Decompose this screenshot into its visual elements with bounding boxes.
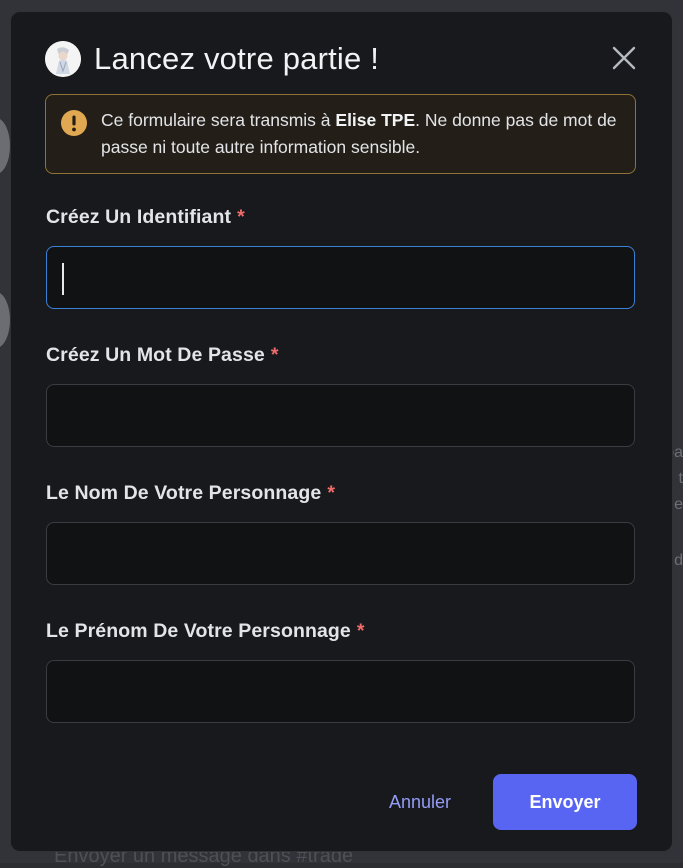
field-label-text: Le Nom De Votre Personnage bbox=[46, 482, 322, 504]
modal-header: Lancez votre partie ! bbox=[45, 41, 379, 77]
exclamation-icon bbox=[60, 109, 88, 137]
field-label-character-name: Le Nom De Votre Personnage * bbox=[46, 482, 335, 505]
field-label-identifier: Créez Un Identifiant * bbox=[46, 206, 245, 229]
required-mark: * bbox=[270, 344, 279, 366]
background-text: e bbox=[674, 496, 683, 513]
avatar-icon bbox=[45, 41, 81, 77]
field-label-password: Créez Un Mot De Passe * bbox=[46, 344, 279, 367]
background-text: t bbox=[678, 470, 683, 487]
required-mark: * bbox=[356, 620, 365, 642]
submit-button[interactable]: Envoyer bbox=[493, 774, 637, 830]
warning-text-before: Ce formulaire sera transmis à bbox=[101, 110, 336, 130]
field-label-text: Créez Un Identifiant bbox=[46, 206, 232, 228]
form-modal: Lancez votre partie ! Ce formulaire sera… bbox=[10, 11, 673, 852]
required-mark: * bbox=[327, 482, 336, 504]
field-label-text: Créez Un Mot De Passe bbox=[46, 344, 265, 366]
character-firstname-input[interactable] bbox=[46, 660, 635, 723]
warning-notice: Ce formulaire sera transmis à Elise TPE.… bbox=[45, 94, 636, 174]
character-name-input[interactable] bbox=[46, 522, 635, 585]
close-icon[interactable] bbox=[611, 45, 637, 71]
identifier-input[interactable] bbox=[46, 246, 635, 309]
text-caret bbox=[62, 263, 64, 295]
required-mark: * bbox=[237, 206, 245, 228]
warning-recipient: Elise TPE bbox=[335, 110, 416, 130]
field-label-text: Le Prénom De Votre Personnage bbox=[46, 620, 351, 642]
password-input[interactable] bbox=[46, 384, 635, 447]
cancel-button[interactable]: Annuler bbox=[373, 774, 467, 830]
background-text: d bbox=[674, 552, 683, 569]
modal-title: Lancez votre partie ! bbox=[94, 41, 380, 76]
field-label-character-firstname: Le Prénom De Votre Personnage * bbox=[46, 620, 365, 643]
